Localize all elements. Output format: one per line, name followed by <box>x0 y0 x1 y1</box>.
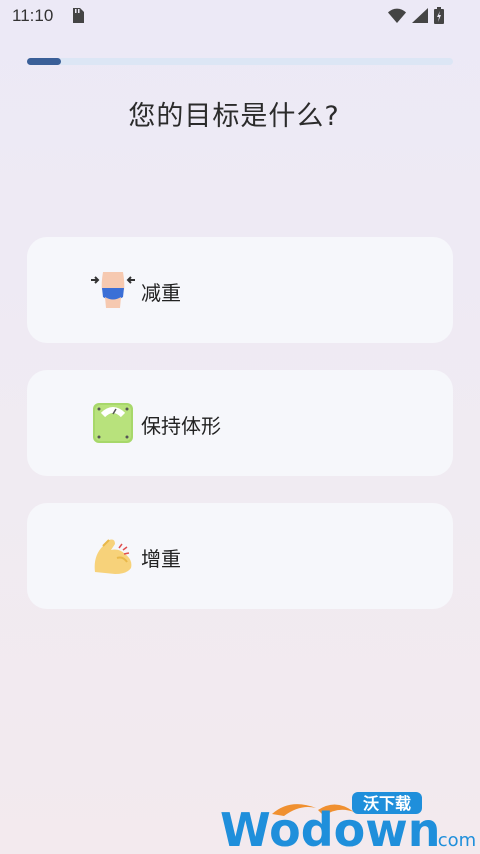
goal-option-label: 保持体形 <box>141 414 221 438</box>
waist-slimming-icon <box>89 266 137 314</box>
wifi-icon <box>388 8 406 28</box>
status-time: 11:10 <box>12 6 54 25</box>
goal-option-lose-weight[interactable]: 减重 <box>27 237 453 343</box>
flexed-arm-icon <box>89 532 137 580</box>
svg-text:Wodown: Wodown <box>220 803 440 850</box>
battery-icon <box>434 7 444 29</box>
progress-bar <box>27 58 453 65</box>
watermark-logo: 沃下载 Wodown .com <box>220 790 478 854</box>
goal-option-label: 减重 <box>141 281 181 305</box>
goal-option-gain-weight[interactable]: 增重 <box>27 503 453 609</box>
signal-icon <box>412 8 428 28</box>
svg-text:.com: .com <box>432 830 476 850</box>
page-title: 您的目标是什么? <box>128 101 340 132</box>
status-bar: 11:10 <box>0 0 480 32</box>
scale-icon <box>89 399 137 447</box>
goal-option-maintain-shape[interactable]: 保持体形 <box>27 370 453 476</box>
progress-fill <box>27 58 62 65</box>
goal-option-label: 增重 <box>141 547 181 571</box>
sd-card-icon <box>72 8 84 28</box>
status-icons <box>388 7 444 29</box>
